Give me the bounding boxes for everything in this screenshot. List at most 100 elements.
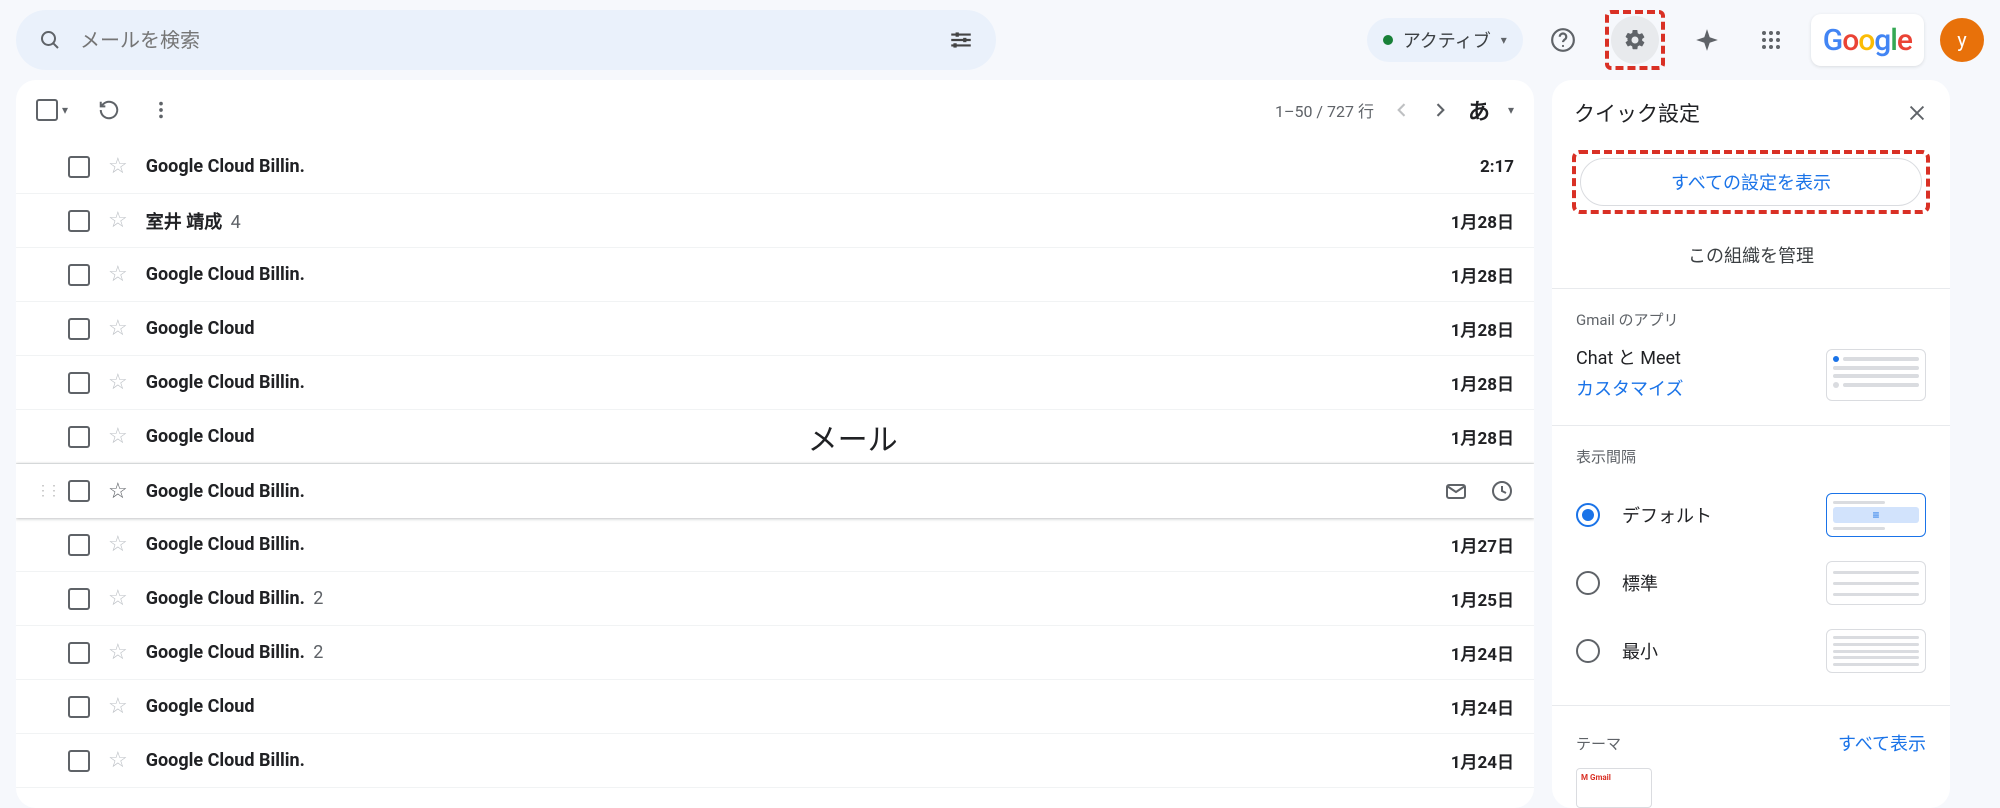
mail-date: 1月28日 xyxy=(1451,370,1514,395)
mail-count: 2 xyxy=(309,642,324,663)
checkbox-icon[interactable] xyxy=(68,156,90,178)
mail-sender: Google Cloud Billin. xyxy=(146,156,305,177)
quick-settings-title: クイック設定 xyxy=(1574,98,1700,128)
chevron-down-icon[interactable]: ▾ xyxy=(1508,103,1514,117)
star-icon[interactable]: ☆ xyxy=(108,586,128,611)
chevron-down-icon[interactable]: ▾ xyxy=(62,103,68,117)
mail-date: 1月27日 xyxy=(1451,532,1514,557)
star-icon[interactable]: ☆ xyxy=(108,208,128,233)
checkbox-icon[interactable] xyxy=(68,210,90,232)
mail-date: 1月28日 xyxy=(1451,262,1514,287)
checkbox-icon[interactable] xyxy=(36,99,58,121)
theme-section-title: テーマ xyxy=(1576,733,1621,754)
checkbox-icon[interactable] xyxy=(68,750,90,772)
star-icon[interactable]: ☆ xyxy=(108,370,128,395)
mail-date: 1月28日 xyxy=(1451,316,1514,341)
mail-row[interactable]: ⋮⋮☆Google Cloud1月28日 xyxy=(16,302,1534,356)
prev-page-icon[interactable] xyxy=(1392,100,1412,120)
checkbox-icon[interactable] xyxy=(68,372,90,394)
manage-org-link[interactable]: この組織を管理 xyxy=(1552,226,1950,289)
search-icon xyxy=(38,28,62,52)
density-compact[interactable]: 最小 xyxy=(1576,617,1926,685)
mail-sender: 室井 靖成 4 xyxy=(146,208,241,234)
checkbox-icon[interactable] xyxy=(68,480,90,502)
customize-link[interactable]: カスタマイズ xyxy=(1576,375,1812,406)
more-icon[interactable] xyxy=(150,99,172,121)
mail-row[interactable]: ⋮⋮☆Google Cloudメール1月28日 xyxy=(16,410,1534,464)
help-icon[interactable] xyxy=(1539,16,1587,64)
mail-count: 4 xyxy=(226,212,241,233)
status-chip[interactable]: アクティブ ▾ xyxy=(1367,18,1523,62)
mail-date: 1月28日 xyxy=(1451,424,1514,449)
radio-icon xyxy=(1576,503,1600,527)
search-input[interactable] xyxy=(80,28,930,52)
density-default[interactable]: デフォルト ≡ xyxy=(1576,481,1926,549)
mail-row[interactable]: ⋮⋮☆室井 靖成 41月28日 xyxy=(16,194,1534,248)
status-dot-icon xyxy=(1383,35,1393,45)
mail-row[interactable]: ⋮⋮☆Google Cloud Billin.1月27日 xyxy=(16,518,1534,572)
star-icon[interactable]: ☆ xyxy=(108,262,128,287)
mail-row[interactable]: ⋮⋮☆Google Cloud1月24日 xyxy=(16,680,1534,734)
drag-handle-icon[interactable]: ⋮⋮ xyxy=(36,483,50,499)
mail-sender: Google Cloud Billin. 2 xyxy=(146,588,324,609)
mark-read-icon[interactable] xyxy=(1444,479,1468,503)
mail-row[interactable]: ⋮⋮☆Google Cloud Billin. 21月25日 xyxy=(16,572,1534,626)
theme-thumbnail[interactable]: M Gmail xyxy=(1576,768,1652,808)
search-options-icon[interactable] xyxy=(948,27,974,53)
next-page-icon[interactable] xyxy=(1430,100,1450,120)
mail-row[interactable]: ⋮⋮☆Google Cloud Billin.2:17 xyxy=(16,140,1534,194)
mail-row[interactable]: ⋮⋮☆Google Cloud Billin. 21月24日 xyxy=(16,626,1534,680)
mail-toolbar: ▾ 1–50 / 727 行 あ ▾ xyxy=(16,80,1534,140)
star-icon[interactable]: ☆ xyxy=(108,316,128,341)
mail-count: 2 xyxy=(309,588,324,609)
checkbox-icon[interactable] xyxy=(68,318,90,340)
account-avatar[interactable]: y xyxy=(1940,18,1984,62)
checkbox-icon[interactable] xyxy=(68,534,90,556)
radio-icon xyxy=(1576,639,1600,663)
mail-row[interactable]: ⋮⋮☆Google Cloud Billin.1月28日 xyxy=(16,356,1534,410)
mail-sender: Google Cloud xyxy=(146,696,255,717)
density-thumb-default: ≡ xyxy=(1826,493,1926,537)
input-tool-icon[interactable]: あ xyxy=(1468,94,1490,126)
star-icon[interactable]: ☆ xyxy=(108,640,128,665)
checkbox-icon[interactable] xyxy=(68,588,90,610)
mail-date: 1月24日 xyxy=(1451,694,1514,719)
mail-row[interactable]: ⋮⋮☆Google Cloud Billin.1月28日 xyxy=(16,248,1534,302)
mail-sender: Google Cloud Billin. xyxy=(146,372,305,393)
apps-grid-icon[interactable] xyxy=(1747,16,1795,64)
theme-view-all-link[interactable]: すべて表示 xyxy=(1838,730,1926,756)
checkbox-icon[interactable] xyxy=(68,642,90,664)
star-icon[interactable]: ☆ xyxy=(108,424,128,449)
search-bar[interactable] xyxy=(16,10,996,70)
settings-gear-icon[interactable] xyxy=(1611,16,1659,64)
checkbox-icon[interactable] xyxy=(68,426,90,448)
star-icon[interactable]: ☆ xyxy=(108,479,128,504)
mail-center-label: メール xyxy=(272,415,1432,459)
star-icon[interactable]: ☆ xyxy=(108,748,128,773)
checkbox-icon[interactable] xyxy=(68,696,90,718)
density-thumb-compact xyxy=(1826,629,1926,673)
sparkle-icon[interactable] xyxy=(1683,16,1731,64)
theme-section: テーマ すべて表示 M Gmail xyxy=(1552,706,1950,808)
snooze-icon[interactable] xyxy=(1490,479,1514,503)
checkbox-icon[interactable] xyxy=(68,264,90,286)
mail-sender: Google Cloud Billin. xyxy=(146,264,305,285)
select-all[interactable]: ▾ xyxy=(36,99,68,121)
mail-row[interactable]: ⋮⋮☆Google Cloud Billin.1月24日 xyxy=(16,734,1534,788)
google-logo[interactable]: Google xyxy=(1811,14,1924,66)
density-thumb-comfortable xyxy=(1826,561,1926,605)
star-icon[interactable]: ☆ xyxy=(108,532,128,557)
settings-highlight xyxy=(1605,10,1665,70)
scrollbar[interactable] xyxy=(1968,80,1984,808)
density-comfortable[interactable]: 標準 xyxy=(1576,549,1926,617)
close-icon[interactable] xyxy=(1906,102,1928,124)
mail-row[interactable]: ⋮⋮☆Google Cloud Billin. xyxy=(16,464,1534,518)
mail-date: 1月28日 xyxy=(1451,208,1514,233)
show-all-settings-button[interactable]: すべての設定を表示 xyxy=(1580,158,1922,206)
star-icon[interactable]: ☆ xyxy=(108,694,128,719)
mail-sender: Google Cloud xyxy=(146,318,255,339)
star-icon[interactable]: ☆ xyxy=(108,154,128,179)
refresh-icon[interactable] xyxy=(98,99,120,121)
mail-sender: Google Cloud Billin. 2 xyxy=(146,642,324,663)
page-info[interactable]: 1–50 / 727 行 xyxy=(1275,98,1374,122)
